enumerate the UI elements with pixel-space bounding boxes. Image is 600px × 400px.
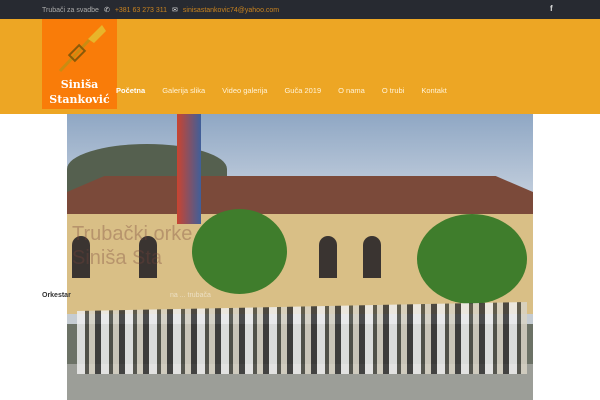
hero-image: Trubački orke Siniša Sta <box>67 114 533 400</box>
facebook-icon[interactable]: f <box>550 4 553 13</box>
main-nav: Početna Galerija slika Video galerija Gu… <box>116 86 447 95</box>
logo-line1: Siniša <box>60 78 99 91</box>
phone-icon: ✆ <box>103 7 110 14</box>
tagline: Trubači za svadbe <box>42 6 99 14</box>
slide-caption: Orkestar <box>42 292 71 299</box>
nav-o-trubi[interactable]: O trubi <box>382 86 405 95</box>
nav-galerija-slika[interactable]: Galerija slika <box>162 86 205 95</box>
phone-link[interactable]: +381 63 273 311 <box>115 7 167 14</box>
slide-caption-rest: na ... trubača <box>170 292 211 299</box>
top-bar: Trubači za svadbe ✆ +381 63 273 311 ✉ si… <box>0 0 600 19</box>
email-link[interactable]: sinisastankovic74@yahoo.com <box>183 7 279 14</box>
nav-o-nama[interactable]: O nama <box>338 86 365 95</box>
logo[interactable]: Siniša Stanković <box>42 19 117 109</box>
email-icon: ✉ <box>172 7 178 14</box>
logo-line2: Stanković <box>49 93 110 106</box>
trumpet-icon <box>58 25 106 73</box>
hero-overlay-text: Trubački orke Siniša Sta <box>72 223 193 269</box>
nav-pocetna[interactable]: Početna <box>116 86 145 95</box>
nav-video-galerija[interactable]: Video galerija <box>222 86 267 95</box>
header: Siniša Stanković Početna Galerija slika … <box>0 19 600 114</box>
nav-guca-2019[interactable]: Guča 2019 <box>284 86 321 95</box>
nav-kontakt[interactable]: Kontakt <box>421 86 446 95</box>
